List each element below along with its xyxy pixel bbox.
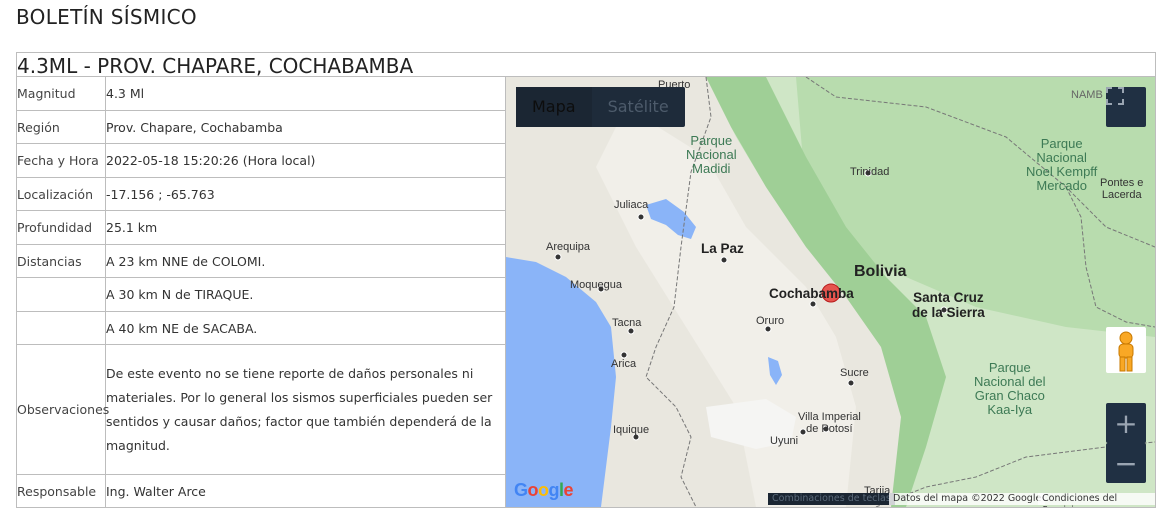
row-value: A 40 km NE de SACABA.	[106, 320, 258, 336]
table-row: Fecha y Hora 2022-05-18 15:20:26 (Hora l…	[17, 144, 505, 178]
row-key: Localización	[17, 178, 106, 210]
row-key: Fecha y Hora	[17, 144, 106, 177]
event-panel: 4.3ML - PROV. CHAPARE, COCHABAMBA Magnit…	[16, 52, 1156, 508]
row-value: A 30 km N de TIRAQUE.	[106, 287, 254, 302]
table-row: Distancias A 23 km NNE de COLOMI.	[17, 245, 505, 278]
map-label: Sucre	[840, 367, 869, 379]
page-title: BOLETÍN SÍSMICO	[16, 5, 197, 29]
info-table: Magnitud 4.3 Ml Región Prov. Chapare, Co…	[17, 77, 505, 507]
row-key: Observaciones	[17, 345, 109, 474]
row-value: -17.156 ; -65.763	[106, 186, 215, 202]
row-value: A 23 km NNE de COLOMI.	[106, 253, 266, 269]
map-label: Moquegua	[570, 279, 622, 291]
map-data-attribution: Datos del mapa ©2022 Google	[889, 493, 1046, 505]
map-label: Villa Imperial de Potosí	[798, 411, 861, 435]
map-label: Parque Nacional Noel Kempff Mercado	[1026, 136, 1098, 193]
row-key	[17, 312, 106, 344]
pegman-icon	[1118, 331, 1134, 372]
map-label: Arica	[611, 358, 637, 370]
row-key: Magnitud	[17, 77, 106, 110]
map-type-control: Mapa Satélite	[516, 87, 685, 127]
table-row: Responsable Ing. Walter Arce	[17, 475, 505, 507]
row-value: 2022-05-18 15:20:26 (Hora local)	[106, 153, 316, 168]
map-type-satellite-button[interactable]: Satélite	[592, 87, 685, 127]
map-label: NAMB	[1071, 89, 1103, 101]
table-row: Profundidad 25.1 km	[17, 211, 505, 245]
map-label: Juliaca	[614, 199, 649, 211]
map-label: Uyuni	[770, 435, 799, 447]
map-label: Parque Nacional del Gran Chaco Kaa-Iya	[974, 360, 1046, 417]
terms-link[interactable]: Condiciones del Servicio	[1038, 493, 1155, 507]
row-key: Distancias	[17, 245, 106, 277]
map-label: Pontes e Lacerda	[1100, 177, 1144, 201]
table-row: Observaciones De este evento no se tiene…	[17, 345, 505, 475]
row-value: De este evento no se tiene reporte de da…	[106, 365, 493, 453]
table-row: Localización -17.156 ; -65.763	[17, 178, 505, 211]
map-label: Bolivia	[854, 263, 907, 280]
zoom-in-button[interactable]: +	[1106, 403, 1146, 443]
row-key	[17, 278, 106, 311]
map-label: Santa Cruz de la Sierra	[912, 290, 985, 320]
table-row: A 40 km NE de SACABA.	[17, 312, 505, 345]
row-key: Profundidad	[17, 211, 106, 244]
table-row: A 30 km N de TIRAQUE.	[17, 278, 505, 312]
row-value: Ing. Walter Arce	[106, 483, 206, 499]
zoom-out-button[interactable]: −	[1106, 443, 1146, 483]
map-label: Arequipa	[546, 241, 591, 253]
fullscreen-icon	[1106, 87, 1124, 105]
street-view-button[interactable]	[1106, 327, 1146, 373]
map-label: Oruro	[756, 315, 785, 327]
map-label: La Paz	[701, 241, 744, 256]
row-key: Responsable	[17, 475, 106, 507]
map-label: Iquique	[613, 424, 650, 436]
table-row: Magnitud 4.3 Ml	[17, 77, 505, 111]
fullscreen-button[interactable]	[1106, 87, 1146, 127]
google-logo: Google	[514, 480, 574, 500]
map-label: Trinidad	[850, 166, 890, 178]
map-label: Tacna	[612, 317, 642, 329]
map-view[interactable]: Puerto Parque Nacional Madidi Trinidad Par…	[506, 77, 1155, 507]
event-title: 4.3ML - PROV. CHAPARE, COCHABAMBA	[17, 53, 1155, 78]
row-key: Región	[17, 111, 106, 143]
row-value: 4.3 Ml	[106, 86, 145, 101]
keyboard-shortcuts-link[interactable]: Combinaciones de teclas	[768, 493, 895, 505]
row-value: Prov. Chapare, Cochabamba	[106, 119, 283, 135]
row-value: 25.1 km	[106, 220, 158, 235]
map-type-map-button[interactable]: Mapa	[516, 87, 592, 127]
table-row: Región Prov. Chapare, Cochabamba	[17, 111, 505, 144]
map-label: Cochabamba	[769, 286, 854, 301]
map-label: Parque Nacional Madidi	[686, 133, 737, 176]
